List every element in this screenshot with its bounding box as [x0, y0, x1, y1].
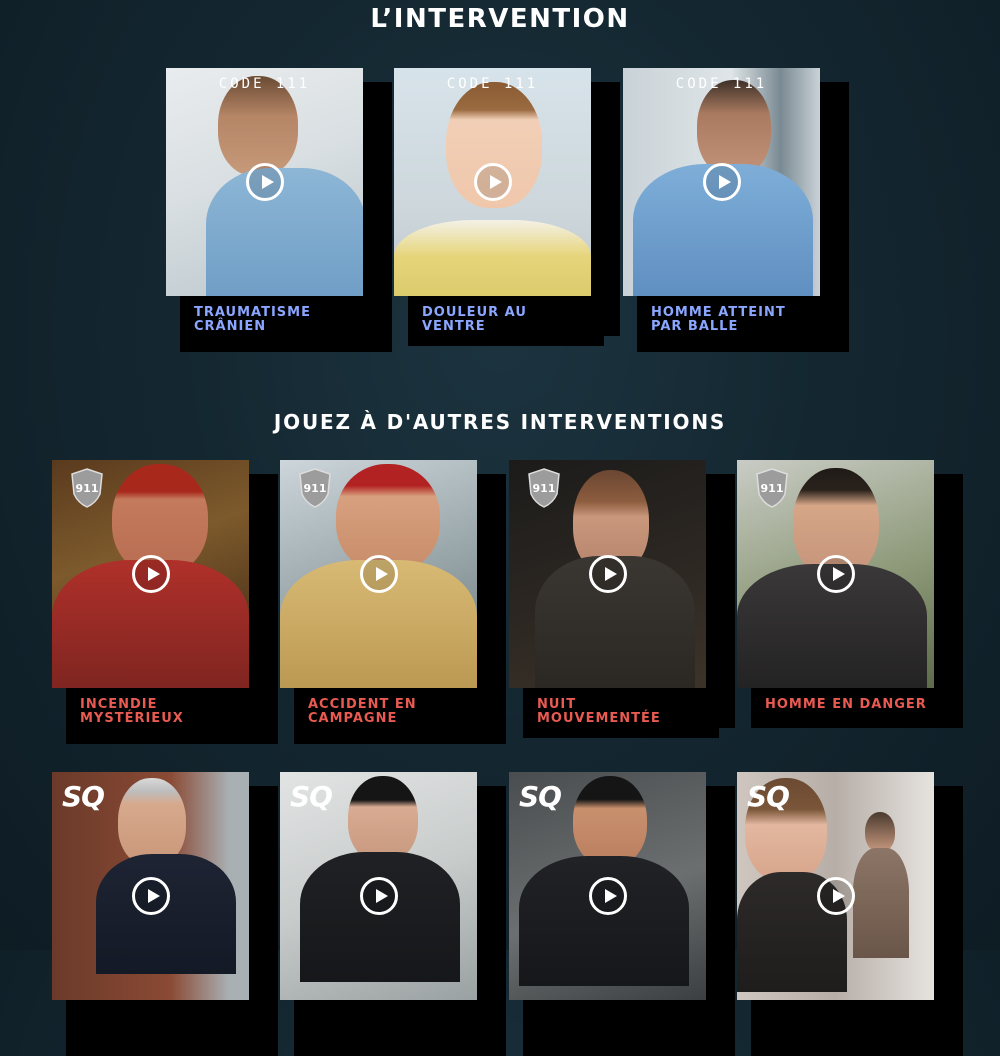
card-thumbnail[interactable]: 911	[737, 460, 934, 688]
section-title-autres-interventions: JOUEZ À D'AUTRES INTERVENTIONS	[273, 410, 727, 434]
person-figure	[348, 776, 418, 862]
person-figure	[118, 778, 186, 866]
card-label[interactable]: ACCIDENT EN CAMPAGNE	[294, 688, 490, 738]
person-figure	[865, 812, 895, 852]
card-thumbnail[interactable]: SQ	[509, 772, 706, 1000]
person-figure	[519, 856, 689, 986]
card-label[interactable]: HOMME ATTEINT PAR BALLE	[637, 296, 833, 346]
person-figure	[394, 220, 591, 296]
card-label[interactable]: TRAUMATISME CRÂNIEN	[180, 296, 376, 346]
play-icon[interactable]	[131, 877, 170, 915]
badge-911-text: 911	[533, 482, 556, 495]
person-figure	[573, 776, 647, 866]
sq-logo: SQ	[519, 780, 562, 813]
play-icon[interactable]	[588, 877, 627, 915]
play-icon[interactable]	[816, 555, 855, 593]
card-label[interactable]: DOULEUR AU VENTRE	[408, 296, 604, 346]
person-figure	[96, 854, 236, 974]
card-thumbnail[interactable]: 911	[52, 460, 249, 688]
sq-logo: SQ	[747, 780, 790, 813]
code-111-badge: CODE 111	[446, 76, 539, 92]
card-label[interactable]: HOMME EN DANGER	[751, 688, 947, 726]
card-label[interactable]: INCENDIE MYSTÉRIEUX	[66, 688, 262, 738]
card-thumbnail[interactable]: SQ	[52, 772, 249, 1000]
badge-911-text: 911	[761, 482, 784, 495]
card-thumbnail[interactable]: 911	[509, 460, 706, 688]
play-icon[interactable]	[702, 163, 741, 201]
play-icon[interactable]	[588, 555, 627, 593]
sq-logo: SQ	[290, 780, 333, 813]
person-figure	[853, 848, 909, 958]
card-thumbnail[interactable]: SQ	[280, 772, 477, 1000]
code-111-badge: CODE 111	[675, 76, 768, 92]
play-icon[interactable]	[359, 877, 398, 915]
shield-911-icon: 911	[299, 468, 331, 508]
shield-911-icon: 911	[528, 468, 560, 508]
card-thumbnail[interactable]: SQ	[737, 772, 934, 1000]
section-title-intervention: L’INTERVENTION	[370, 4, 630, 34]
card-thumbnail[interactable]: CODE 111	[394, 68, 591, 296]
code-111-badge: CODE 111	[218, 76, 311, 92]
badge-911-text: 911	[76, 482, 99, 495]
badge-911-text: 911	[304, 482, 327, 495]
play-icon[interactable]	[473, 163, 512, 201]
person-figure	[336, 464, 440, 572]
person-figure	[300, 852, 460, 982]
person-figure	[206, 168, 363, 296]
card-thumbnail[interactable]: 911	[280, 460, 477, 688]
shield-911-icon: 911	[756, 468, 788, 508]
play-icon[interactable]	[816, 877, 855, 915]
play-icon[interactable]	[131, 555, 170, 593]
card-label[interactable]: NUIT MOUVEMENTÉE	[523, 688, 719, 738]
card-thumbnail[interactable]: CODE 111	[623, 68, 820, 296]
card-thumbnail[interactable]: CODE 111	[166, 68, 363, 296]
sq-logo: SQ	[62, 780, 105, 813]
play-icon[interactable]	[359, 555, 398, 593]
shield-911-icon: 911	[71, 468, 103, 508]
person-figure	[697, 80, 771, 176]
play-icon[interactable]	[245, 163, 284, 201]
